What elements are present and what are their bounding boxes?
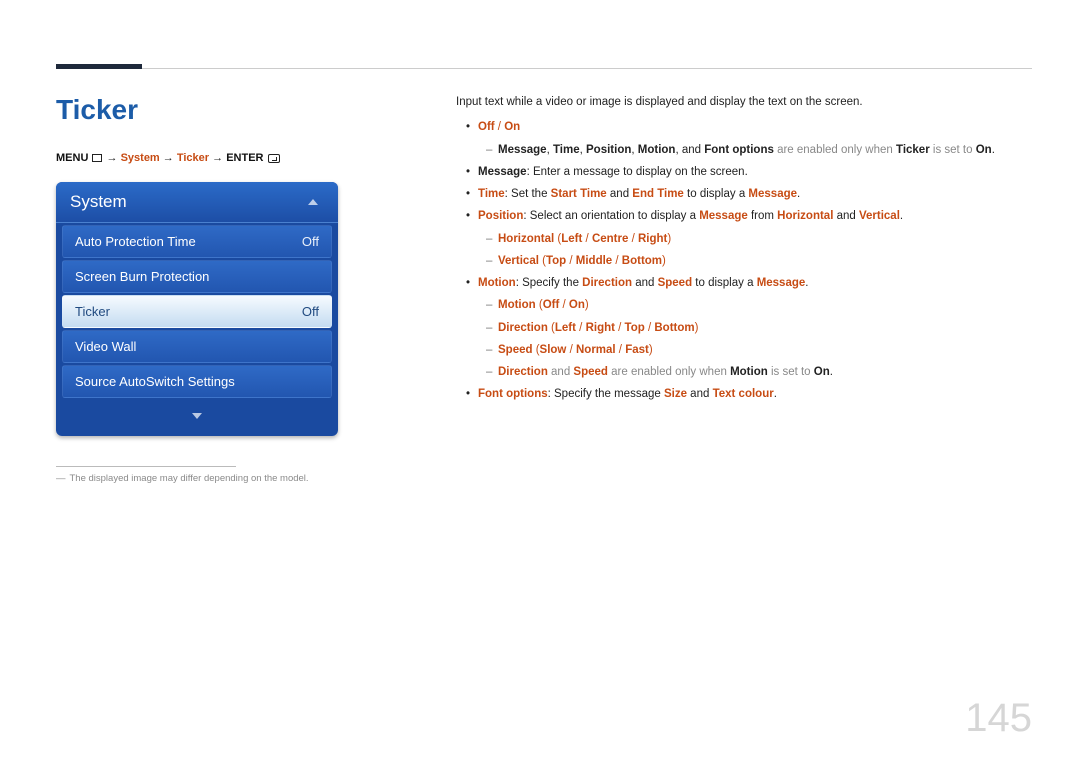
osd-item-label: Screen Burn Protection [75,269,209,284]
bullet-position: Position: Select an orientation to displ… [456,208,1032,225]
note-direction-speed: Direction and Speed are enabled only whe… [456,364,1032,381]
osd-item-screen-burn[interactable]: Screen Burn Protection [62,260,332,293]
sub-speed: Speed (Slow / Normal / Fast) [456,342,1032,359]
osd-menu: System Auto Protection Time Off Screen B… [56,182,338,436]
osd-item-source-autoswitch[interactable]: Source AutoSwitch Settings [62,365,332,398]
footnote-text: The displayed image may differ depending… [70,473,309,484]
bullet-time: Time: Set the Start Time and End Time to… [456,186,1032,203]
footnote-divider [56,466,236,467]
chevron-down-icon[interactable] [192,413,202,419]
sub-vertical: Vertical (Top / Middle / Bottom) [456,253,1032,270]
lead-text: Input text while a video or image is dis… [456,94,1032,111]
enter-icon [268,154,280,163]
footnote: ― The displayed image may differ dependin… [56,473,336,485]
bullet-message: Message: Enter a message to display on t… [456,164,1032,181]
header-rule [56,68,1032,69]
osd-item-video-wall[interactable]: Video Wall [62,330,332,363]
osd-header: System [56,182,338,223]
arrow: → [107,152,118,164]
menu-icon [92,154,102,162]
breadcrumb: MENU → System → Ticker → ENTER [56,152,336,164]
osd-footer [56,400,338,426]
opt-on: On [504,121,520,133]
osd-item-label: Ticker [75,304,110,319]
arrow: → [212,152,223,164]
bullet-motion: Motion: Specify the Direction and Speed … [456,275,1032,292]
arrow: → [163,152,174,164]
chevron-up-icon[interactable] [308,199,318,205]
sub-horizontal: Horizontal (Left / Centre / Right) [456,231,1032,248]
opt-off: Off [478,121,495,133]
sub-direction: Direction (Left / Right / Top / Bottom) [456,320,1032,337]
osd-item-value: Off [302,234,319,249]
osd-item-label: Auto Protection Time [75,234,196,249]
breadcrumb-system: System [121,152,160,164]
osd-item-value: Off [302,304,319,319]
osd-header-label: System [70,192,127,212]
osd-item-auto-protection[interactable]: Auto Protection Time Off [62,225,332,258]
breadcrumb-menu: MENU [56,152,88,164]
bullet-font-options: Font options: Specify the message Size a… [456,386,1032,403]
osd-item-ticker[interactable]: Ticker Off [62,295,332,328]
osd-item-label: Source AutoSwitch Settings [75,374,235,389]
bullet-off-on: Off / On [456,119,1032,136]
note-enabled: Message, Time, Position, Motion, and Fon… [456,142,1032,159]
osd-item-label: Video Wall [75,339,136,354]
dash-icon: ― [56,473,66,484]
description-column: Input text while a video or image is dis… [456,94,1032,485]
sub-motion: Motion (Off / On) [456,297,1032,314]
page-number: 145 [965,696,1032,741]
breadcrumb-enter: ENTER [226,152,263,164]
page-title: Ticker [56,94,336,126]
breadcrumb-ticker: Ticker [177,152,209,164]
